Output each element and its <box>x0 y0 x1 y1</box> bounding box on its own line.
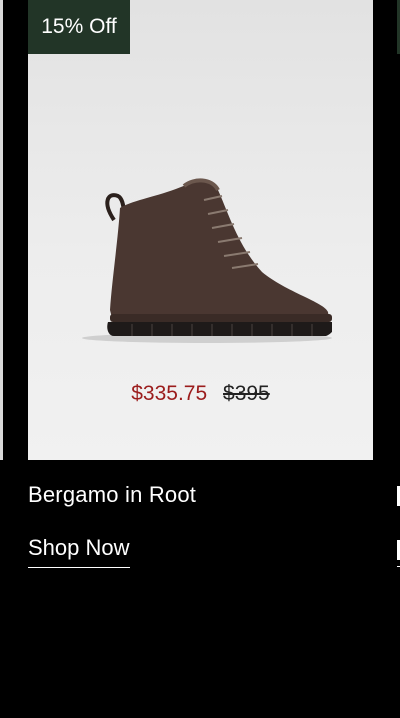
shop-now-link[interactable]: Shop Now <box>28 535 130 568</box>
product-card[interactable]: 15% Off $335.75 $395 <box>28 0 373 460</box>
boot-image[interactable] <box>72 160 332 350</box>
sale-price: $335.75 <box>131 382 208 405</box>
boot-welt <box>110 314 332 322</box>
product-carousel: 15% Off $335.75 $395 Bergamo in Root Sho… <box>0 0 400 718</box>
boot-upper <box>110 181 330 326</box>
discount-badge: 15% Off <box>28 0 130 54</box>
boot-sole <box>107 322 332 336</box>
price-row: $335.75 $395 <box>28 382 373 406</box>
previous-card-edge[interactable] <box>0 0 3 460</box>
original-price: $395 <box>223 382 270 405</box>
product-name[interactable]: Bergamo in Root <box>28 482 196 508</box>
